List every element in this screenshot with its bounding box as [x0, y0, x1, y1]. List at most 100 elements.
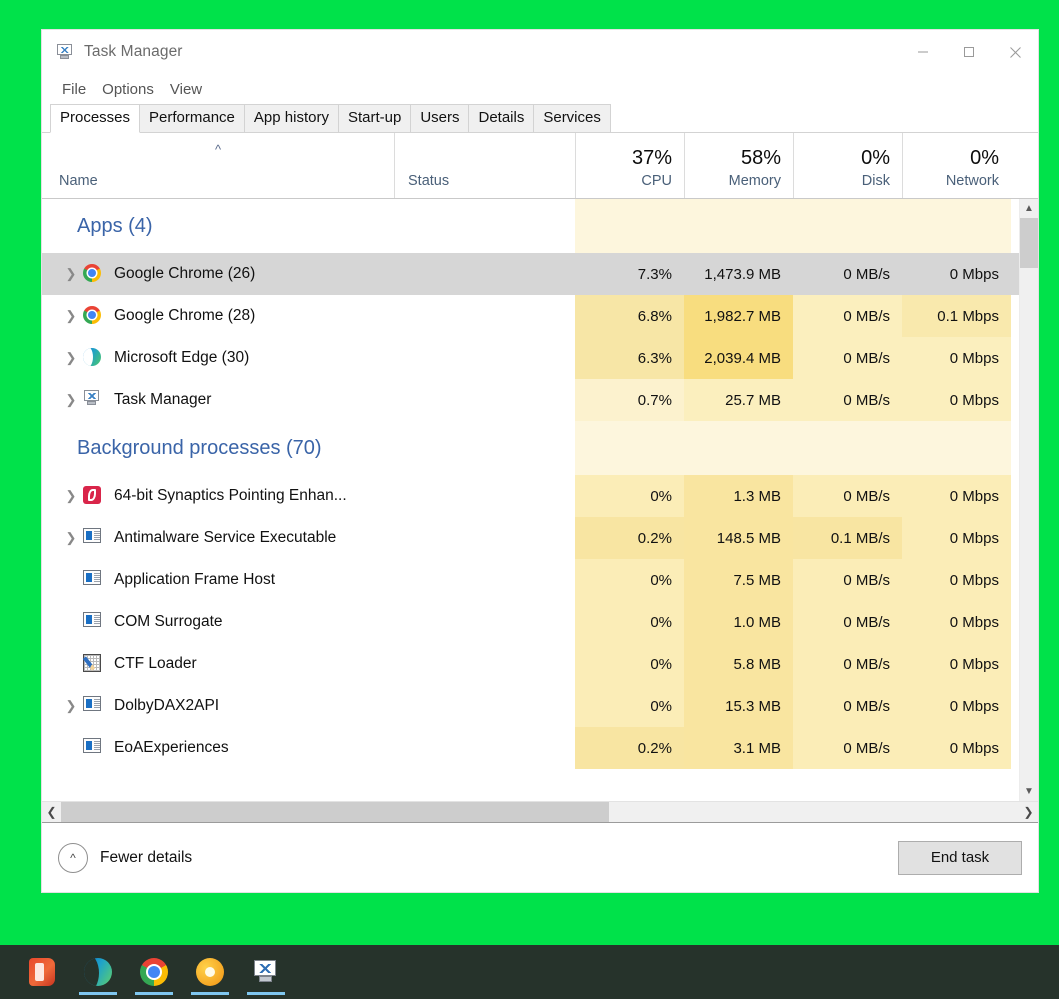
process-network-cell: 0 Mbps: [902, 559, 1011, 601]
office-icon: [29, 958, 55, 986]
process-name-cell: ❯ Google Chrome (26): [42, 253, 575, 295]
footer-bar: ^ Fewer details End task: [42, 823, 1038, 892]
task-manager-icon: [55, 42, 75, 62]
chevron-right-icon[interactable]: ❯: [59, 351, 83, 365]
chevron-up-icon: ^: [214, 142, 222, 157]
table-row[interactable]: ❯ Google Chrome (28) 6.8% 1,982.7 MB 0 MB/s 0…: [42, 295, 1019, 337]
fewer-details-label: Fewer details: [100, 848, 193, 866]
taskbar-item-chrome-canary[interactable]: [188, 948, 232, 996]
row-filler: [1011, 643, 1019, 685]
chevron-right-icon[interactable]: ❯: [59, 267, 83, 281]
process-group-header[interactable]: Background processes (70): [42, 421, 1019, 475]
task-manager-icon: [252, 960, 280, 984]
process-group-disk: [793, 421, 902, 475]
menu-bar: File Options View: [42, 74, 1038, 104]
process-network-cell: 0 Mbps: [902, 601, 1011, 643]
taskbar-item-edge[interactable]: [76, 948, 120, 996]
process-disk-cell: 0 MB/s: [793, 337, 902, 379]
process-name-cell: ❯ Google Chrome (28): [42, 295, 575, 337]
task-manager-icon: [83, 390, 103, 410]
chevron-right-icon[interactable]: ❯: [59, 531, 83, 545]
tab-details[interactable]: Details: [468, 104, 535, 132]
tab-users[interactable]: Users: [410, 104, 470, 132]
table-row[interactable]: ❯ DolbyDAX2API 0% 15.3 MB 0 MB/s 0 Mbps: [42, 685, 1019, 727]
table-row[interactable]: Application Frame Host 0% 7.5 MB 0 MB/s 0 Mb…: [42, 559, 1019, 601]
process-group-name: Apps (4): [42, 199, 575, 253]
taskbar-item-office[interactable]: [20, 948, 64, 996]
horizontal-scrollbar-thumb[interactable]: [61, 802, 609, 822]
task-manager-window: Task Manager File Options View Processes…: [42, 30, 1038, 892]
table-row[interactable]: CTF Loader 0% 5.8 MB 0 MB/s 0 Mbps: [42, 643, 1019, 685]
tab-performance[interactable]: Performance: [139, 104, 245, 132]
scroll-down-button[interactable]: ▼: [1020, 782, 1038, 801]
process-cpu-cell: 0.2%: [575, 517, 684, 559]
close-button[interactable]: [992, 30, 1038, 74]
column-header-status[interactable]: Status: [394, 133, 575, 198]
taskbar-item-task-manager[interactable]: [244, 948, 288, 996]
row-filler: [1011, 601, 1019, 643]
process-name-label: Google Chrome (28): [114, 307, 256, 324]
row-filler: [1011, 253, 1019, 295]
tab-processes[interactable]: Processes: [50, 104, 141, 133]
vertical-scrollbar-track[interactable]: [1020, 268, 1038, 782]
process-group-network: [902, 199, 1011, 253]
table-row[interactable]: ❯ Antimalware Service Executable 0.2% 148.5…: [42, 517, 1019, 559]
scroll-up-button[interactable]: ▲: [1020, 199, 1038, 218]
process-disk-cell: 0 MB/s: [793, 295, 902, 337]
process-name-cell: Application Frame Host: [42, 559, 575, 601]
process-disk-cell: 0 MB/s: [793, 601, 902, 643]
chevron-right-icon[interactable]: ❯: [59, 489, 83, 503]
taskbar-item-chrome[interactable]: [132, 948, 176, 996]
table-row[interactable]: COM Surrogate 0% 1.0 MB 0 MB/s 0 Mbps: [42, 601, 1019, 643]
column-header-cpu[interactable]: 37% CPU: [575, 133, 684, 198]
fewer-details-button[interactable]: ^ Fewer details: [58, 842, 193, 873]
chevron-right-icon[interactable]: ❯: [59, 309, 83, 323]
process-name-cell: ❯ Antimalware Service Executable: [42, 517, 575, 559]
vertical-scrollbar[interactable]: ▲ ▼: [1019, 199, 1038, 801]
table-row[interactable]: ❯ 64-bit Synaptics Pointing Enhan... 0% 1.3…: [42, 475, 1019, 517]
process-group-header[interactable]: Apps (4): [42, 199, 1019, 253]
window-icon: [83, 528, 103, 548]
window-title: Task Manager: [84, 43, 183, 60]
row-filler: [1011, 421, 1019, 475]
row-filler: [1011, 475, 1019, 517]
column-header-memory-label: Memory: [728, 173, 781, 189]
column-header-network[interactable]: 0% Network: [902, 133, 1011, 198]
process-name-cell: COM Surrogate: [42, 601, 575, 643]
chevron-right-icon[interactable]: ❯: [59, 699, 83, 713]
process-group-cpu: [575, 199, 684, 253]
column-header-memory[interactable]: 58% Memory: [684, 133, 793, 198]
process-name-cell: CTF Loader: [42, 643, 575, 685]
minimize-icon: [918, 51, 928, 53]
tab-services[interactable]: Services: [533, 104, 611, 132]
row-filler: [1011, 727, 1019, 769]
horizontal-scrollbar[interactable]: ❮ ❯: [42, 801, 1038, 823]
end-task-button[interactable]: End task: [898, 840, 1022, 875]
menu-item-options[interactable]: Options: [94, 79, 162, 100]
scroll-left-button[interactable]: ❮: [42, 802, 61, 822]
menu-item-file[interactable]: File: [54, 79, 94, 100]
column-header-disk[interactable]: 0% Disk: [793, 133, 902, 198]
maximize-button[interactable]: [946, 30, 992, 74]
table-row[interactable]: EoAExperiences 0.2% 3.1 MB 0 MB/s 0 Mbps: [42, 727, 1019, 769]
vertical-scrollbar-thumb[interactable]: [1020, 218, 1038, 268]
process-disk-cell: 0.1 MB/s: [793, 517, 902, 559]
scroll-right-button[interactable]: ❯: [1019, 802, 1038, 822]
table-row[interactable]: ❯ Microsoft Edge (30) 6.3% 2,039.4 MB 0 MB/s…: [42, 337, 1019, 379]
tab-start-up[interactable]: Start-up: [337, 104, 412, 132]
menu-item-view[interactable]: View: [162, 79, 210, 100]
table-row[interactable]: ❯ Google Chrome (26) 7.3% 1,473.9 MB 0 MB/s 0…: [42, 253, 1019, 295]
column-header-status-label: Status: [408, 173, 450, 189]
process-cpu-cell: 0%: [575, 475, 684, 517]
table-row[interactable]: ❯ Task Manager 0.7% 25.7 MB 0 MB/s 0 Mbps: [42, 379, 1019, 421]
chevron-right-icon[interactable]: ❯: [59, 393, 83, 407]
column-header-name[interactable]: ^ Name: [42, 133, 394, 198]
title-bar: Task Manager: [42, 30, 1038, 74]
process-name-cell: ❯ Task Manager: [42, 379, 575, 421]
horizontal-scrollbar-track[interactable]: [609, 802, 1019, 822]
window-icon: [83, 696, 103, 716]
row-filler: [1011, 685, 1019, 727]
tab-app-history[interactable]: App history: [243, 104, 339, 132]
process-memory-cell: 1.0 MB: [684, 601, 793, 643]
minimize-button[interactable]: [900, 30, 946, 74]
